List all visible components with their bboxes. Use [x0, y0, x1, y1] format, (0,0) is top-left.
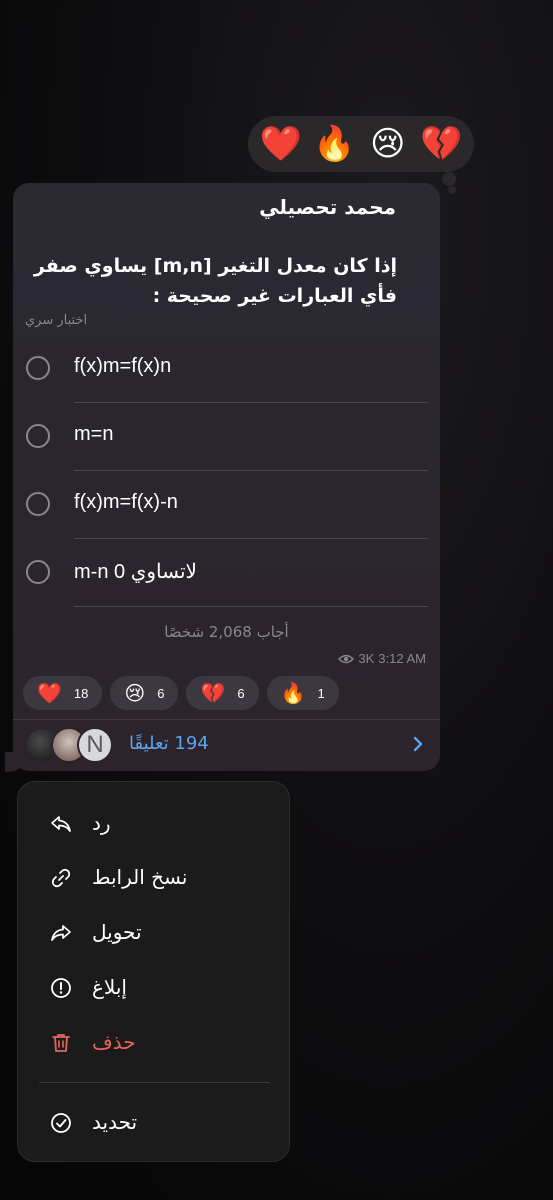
- menu-item-label: تحديد: [92, 1110, 138, 1134]
- comments-count-label: 194 تعليقًا: [129, 733, 209, 754]
- message-meta: 3K 3:12 AM: [338, 651, 426, 666]
- chevron-right-icon: [413, 736, 423, 752]
- context-menu: رد نسخ الرابط تحويل إبلاغ حذف تحديد: [17, 781, 290, 1162]
- select-icon: [51, 1113, 71, 1133]
- comments-button[interactable]: N 194 تعليقًا: [13, 719, 440, 771]
- reaction-count: 1: [317, 685, 325, 701]
- heart-icon: ❤️: [37, 681, 62, 705]
- radio-circle-icon: [26, 560, 50, 584]
- avatar: N: [77, 727, 113, 763]
- message-time: 3:12 AM: [378, 651, 426, 666]
- broken-heart-icon: 💔: [200, 681, 226, 705]
- screen: ❤️ 🔥 😢 💔 محمد تحصيلي إذا كان معدل التغير…: [0, 0, 553, 1200]
- quiz-type-label: اختبار سري: [25, 313, 88, 328]
- author-name[interactable]: محمد تحصيلي: [259, 195, 396, 219]
- report-icon: [51, 978, 71, 998]
- quiz-option[interactable]: لاتساوي 0 m-n: [13, 539, 440, 607]
- quiz-option-label: f(x)m=f(x)n: [74, 355, 172, 377]
- option-divider: [74, 606, 428, 607]
- menu-item-label: رد: [92, 811, 111, 835]
- picker-tail-dot-small: [448, 186, 456, 194]
- reaction-option-cry[interactable]: 😢: [365, 127, 411, 161]
- message-bubble: محمد تحصيلي إذا كان معدل التغير [m,n] يس…: [13, 183, 440, 771]
- reaction-list: ❤️ 18 😢 6 💔 6 🔥 1: [23, 676, 339, 710]
- commenter-avatars: N: [25, 727, 121, 765]
- reaction-chip-broken-heart[interactable]: 💔 6: [186, 676, 259, 710]
- menu-item-label: إبلاغ: [92, 975, 127, 999]
- fire-icon: 🔥: [280, 681, 306, 705]
- reaction-option-fire[interactable]: 🔥: [311, 127, 357, 161]
- menu-item-select[interactable]: تحديد: [18, 1101, 291, 1145]
- eye-icon: [338, 654, 355, 663]
- link-icon: [51, 868, 71, 888]
- cry-face-icon: 😢: [124, 681, 146, 705]
- radio-circle-icon: [26, 356, 50, 380]
- reaction-chip-heart[interactable]: ❤️ 18: [23, 676, 103, 710]
- menu-item-label: نسخ الرابط: [92, 865, 188, 889]
- reaction-chip-cry[interactable]: 😢 6: [110, 676, 179, 710]
- menu-item-report[interactable]: إبلاغ: [18, 966, 291, 1010]
- reply-icon: [51, 816, 71, 832]
- radio-circle-icon: [26, 424, 50, 448]
- reaction-count: 18: [73, 685, 89, 701]
- quiz-option[interactable]: f(x)m=f(x)n: [13, 335, 440, 403]
- picker-tail-dot: [442, 172, 456, 186]
- trash-icon: [52, 1034, 70, 1052]
- quiz-options: f(x)m=f(x)n m=n f(x)m=f(x)-n لاتساوي 0 m…: [13, 335, 440, 607]
- menu-divider: [39, 1082, 270, 1083]
- quiz-question: إذا كان معدل التغير [m,n] يساوي صفر فأي …: [33, 255, 397, 307]
- answered-count: أجاب 2,068 شخصًا: [164, 623, 289, 641]
- menu-item-forward[interactable]: تحويل: [18, 911, 291, 955]
- radio-circle-icon: [26, 492, 50, 516]
- reaction-chip-fire[interactable]: 🔥 1: [266, 676, 339, 710]
- quiz-option-label: m=n: [74, 423, 114, 445]
- forward-icon: [51, 925, 71, 941]
- view-count: 3K: [358, 651, 375, 666]
- menu-item-reply[interactable]: رد: [18, 802, 291, 846]
- comments-divider: [13, 719, 440, 720]
- reaction-option-broken-heart[interactable]: 💔: [418, 127, 464, 161]
- quiz-option[interactable]: m=n: [13, 403, 440, 471]
- reaction-count: 6: [237, 685, 245, 701]
- quiz-option[interactable]: f(x)m=f(x)-n: [13, 471, 440, 539]
- reaction-count: 6: [157, 685, 165, 701]
- reaction-picker: ❤️ 🔥 😢 💔: [248, 116, 474, 172]
- reaction-option-heart[interactable]: ❤️: [258, 127, 304, 161]
- quiz-option-label: لاتساوي 0 m-n: [74, 561, 197, 583]
- menu-item-label: تحويل: [92, 920, 142, 944]
- quiz-option-label: f(x)m=f(x)-n: [74, 491, 178, 513]
- menu-item-copy-link[interactable]: نسخ الرابط: [18, 856, 291, 900]
- menu-item-label: حذف: [92, 1030, 136, 1054]
- menu-item-delete[interactable]: حذف: [18, 1021, 291, 1065]
